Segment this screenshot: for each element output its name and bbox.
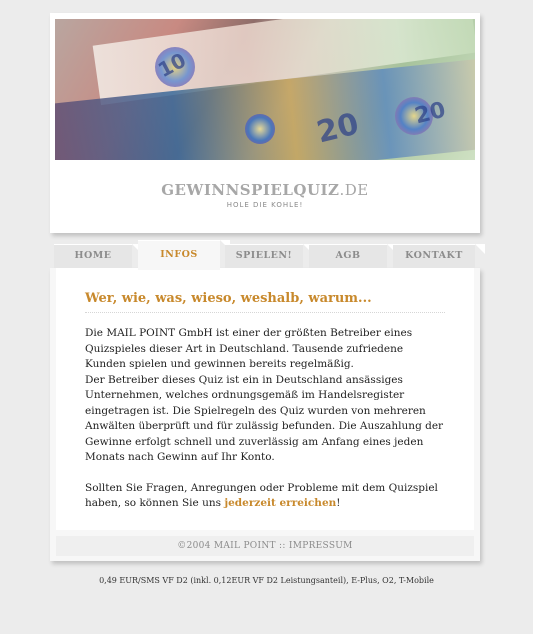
logo-main: GEWINNSPIELQUIZ [161, 181, 340, 199]
footer-bar: ©2004 MAIL POINT :: IMPRESSUM [56, 536, 474, 556]
header-card: 10 20 20 GEWINNSPIELQUIZ.DE HOLE DIE KOH… [50, 13, 480, 233]
content-card: Wer, wie, was, wieso, weshalb, warum... … [50, 268, 480, 561]
tab-spielen[interactable]: SPIELEN! [225, 244, 313, 268]
tagline: HOLE DIE KOHLE! [226, 201, 304, 209]
impressum-link[interactable]: IMPRESSUM [289, 541, 353, 551]
banner-image: 10 20 20 [55, 19, 475, 160]
logo-tld: .DE [339, 181, 369, 199]
paragraph-1: Die MAIL POINT GmbH ist einer der größte… [85, 327, 413, 370]
tab-home[interactable]: HOME [54, 244, 142, 268]
content-area: Wer, wie, was, wieso, weshalb, warum... … [56, 268, 474, 530]
paragraph-3-suffix: ! [336, 497, 341, 509]
tab-agb[interactable]: AGB [309, 244, 397, 268]
page-heading: Wer, wie, was, wieso, weshalb, warum... [85, 291, 445, 313]
paragraph: Sollten Sie Fragen, Anregungen oder Prob… [85, 481, 445, 512]
copyright-text: ©2004 MAIL POINT [177, 541, 276, 551]
paragraph-2: Der Betreiber dieses Quiz ist ein in Deu… [85, 373, 444, 464]
tab-kontakt[interactable]: KONTAKT [393, 244, 485, 268]
footer-separator: :: [279, 541, 286, 551]
contact-link[interactable]: jederzeit erreichen [224, 497, 336, 509]
tab-infos[interactable]: INFOS [138, 240, 230, 270]
site-logo[interactable]: GEWINNSPIELQUIZ.DE [50, 181, 480, 199]
pricing-note: 0,49 EUR/SMS VF D2 (inkl. 0,12EUR VF D2 … [99, 576, 434, 585]
body-text: Die MAIL POINT GmbH ist einer der größte… [85, 326, 445, 527]
main-nav: HOME INFOS SPIELEN! AGB KONTAKT [50, 240, 485, 270]
paragraph: Die MAIL POINT GmbH ist einer der größte… [85, 326, 445, 466]
